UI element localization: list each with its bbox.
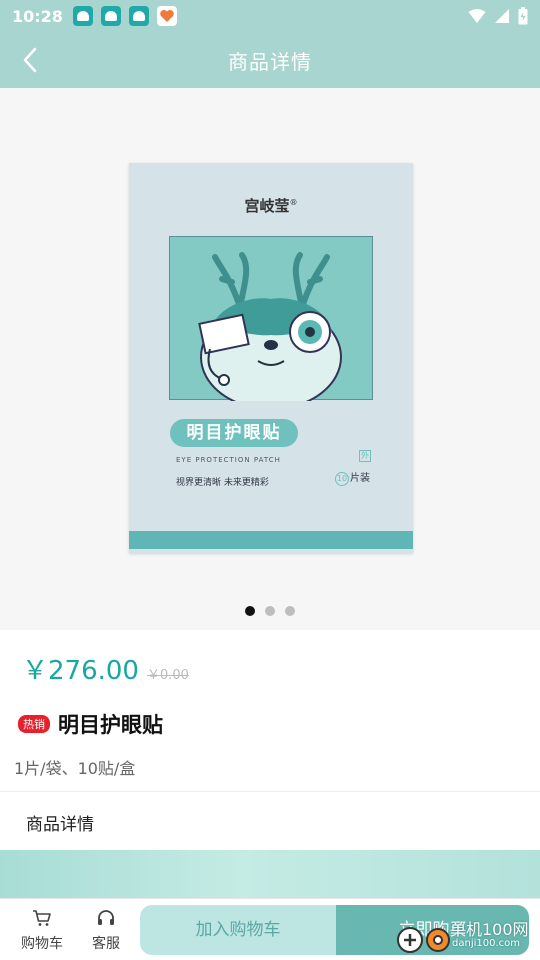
original-price: ￥0.00 xyxy=(146,668,189,683)
product-title-row: 热销 明目护眼贴 xyxy=(18,709,163,739)
product-name: 明目护眼贴 xyxy=(58,713,163,737)
customer-service-button[interactable]: 客服 xyxy=(76,909,136,953)
app-bar: 商品详情 xyxy=(0,32,540,88)
app-notification-icon xyxy=(72,6,93,26)
status-time: 10:28 xyxy=(12,6,63,26)
box-stripe xyxy=(129,531,413,549)
product-spec: 1片/袋、10贴/盒 xyxy=(14,759,136,778)
app-notification-icon xyxy=(128,6,149,26)
buy-now-button[interactable]: 立即购买 xyxy=(336,905,529,955)
headset-icon xyxy=(98,910,114,925)
detail-image xyxy=(0,850,540,900)
chevron-left-icon xyxy=(23,47,37,73)
price: ￥276.00 xyxy=(22,656,139,686)
cart-nav-label: 购物车 xyxy=(21,936,63,952)
box-outer-tag: 外 xyxy=(359,450,371,462)
carousel-indicator xyxy=(0,606,540,616)
box-slogan: 视界更清晰 未来更精彩 xyxy=(176,478,269,488)
box-english-label: EYE PROTECTION PATCH xyxy=(176,456,281,464)
product-detail-page: 10:28 商品详情 宫岐莹® 明目护眼贴 EYE PROTECTION PAT… xyxy=(0,0,540,960)
wifi-icon xyxy=(468,9,486,23)
status-bar: 10:28 xyxy=(0,0,540,32)
box-product-label: 明目护眼贴 xyxy=(170,419,298,447)
product-photo: 宫岐莹® 明目护眼贴 EYE PROTECTION PATCH 视界更清晰 未来… xyxy=(129,163,413,553)
price-row: ￥276.00 ￥0.00 xyxy=(22,650,189,687)
customer-service-label: 客服 xyxy=(92,936,120,952)
status-icons xyxy=(468,7,528,25)
carousel-dot[interactable] xyxy=(265,606,275,616)
add-to-cart-button[interactable]: 加入购物车 xyxy=(140,905,336,955)
hot-badge: 热销 xyxy=(18,715,50,733)
battery-icon xyxy=(518,7,528,25)
heart-app-icon xyxy=(156,6,177,26)
detail-section-title: 商品详情 xyxy=(26,815,94,835)
back-button[interactable] xyxy=(12,42,48,78)
box-brand: 宫岐莹® xyxy=(244,197,298,215)
app-notification-icon xyxy=(100,6,121,26)
cart-icon xyxy=(33,910,51,926)
carousel-dot[interactable] xyxy=(285,606,295,616)
page-title: 商品详情 xyxy=(228,49,312,74)
cart-nav-button[interactable]: 购物车 xyxy=(12,909,72,953)
deer-illustration xyxy=(169,236,373,410)
carousel-dot[interactable] xyxy=(245,606,255,616)
product-image-carousel[interactable]: 宫岐莹® 明目护眼贴 EYE PROTECTION PATCH 视界更清晰 未来… xyxy=(0,88,540,630)
bottom-action-bar: 购物车 客服 加入购物车 立即购买 xyxy=(0,898,540,960)
signal-icon xyxy=(495,9,509,23)
box-count: 10 片装 xyxy=(335,472,370,486)
divider xyxy=(0,791,540,792)
